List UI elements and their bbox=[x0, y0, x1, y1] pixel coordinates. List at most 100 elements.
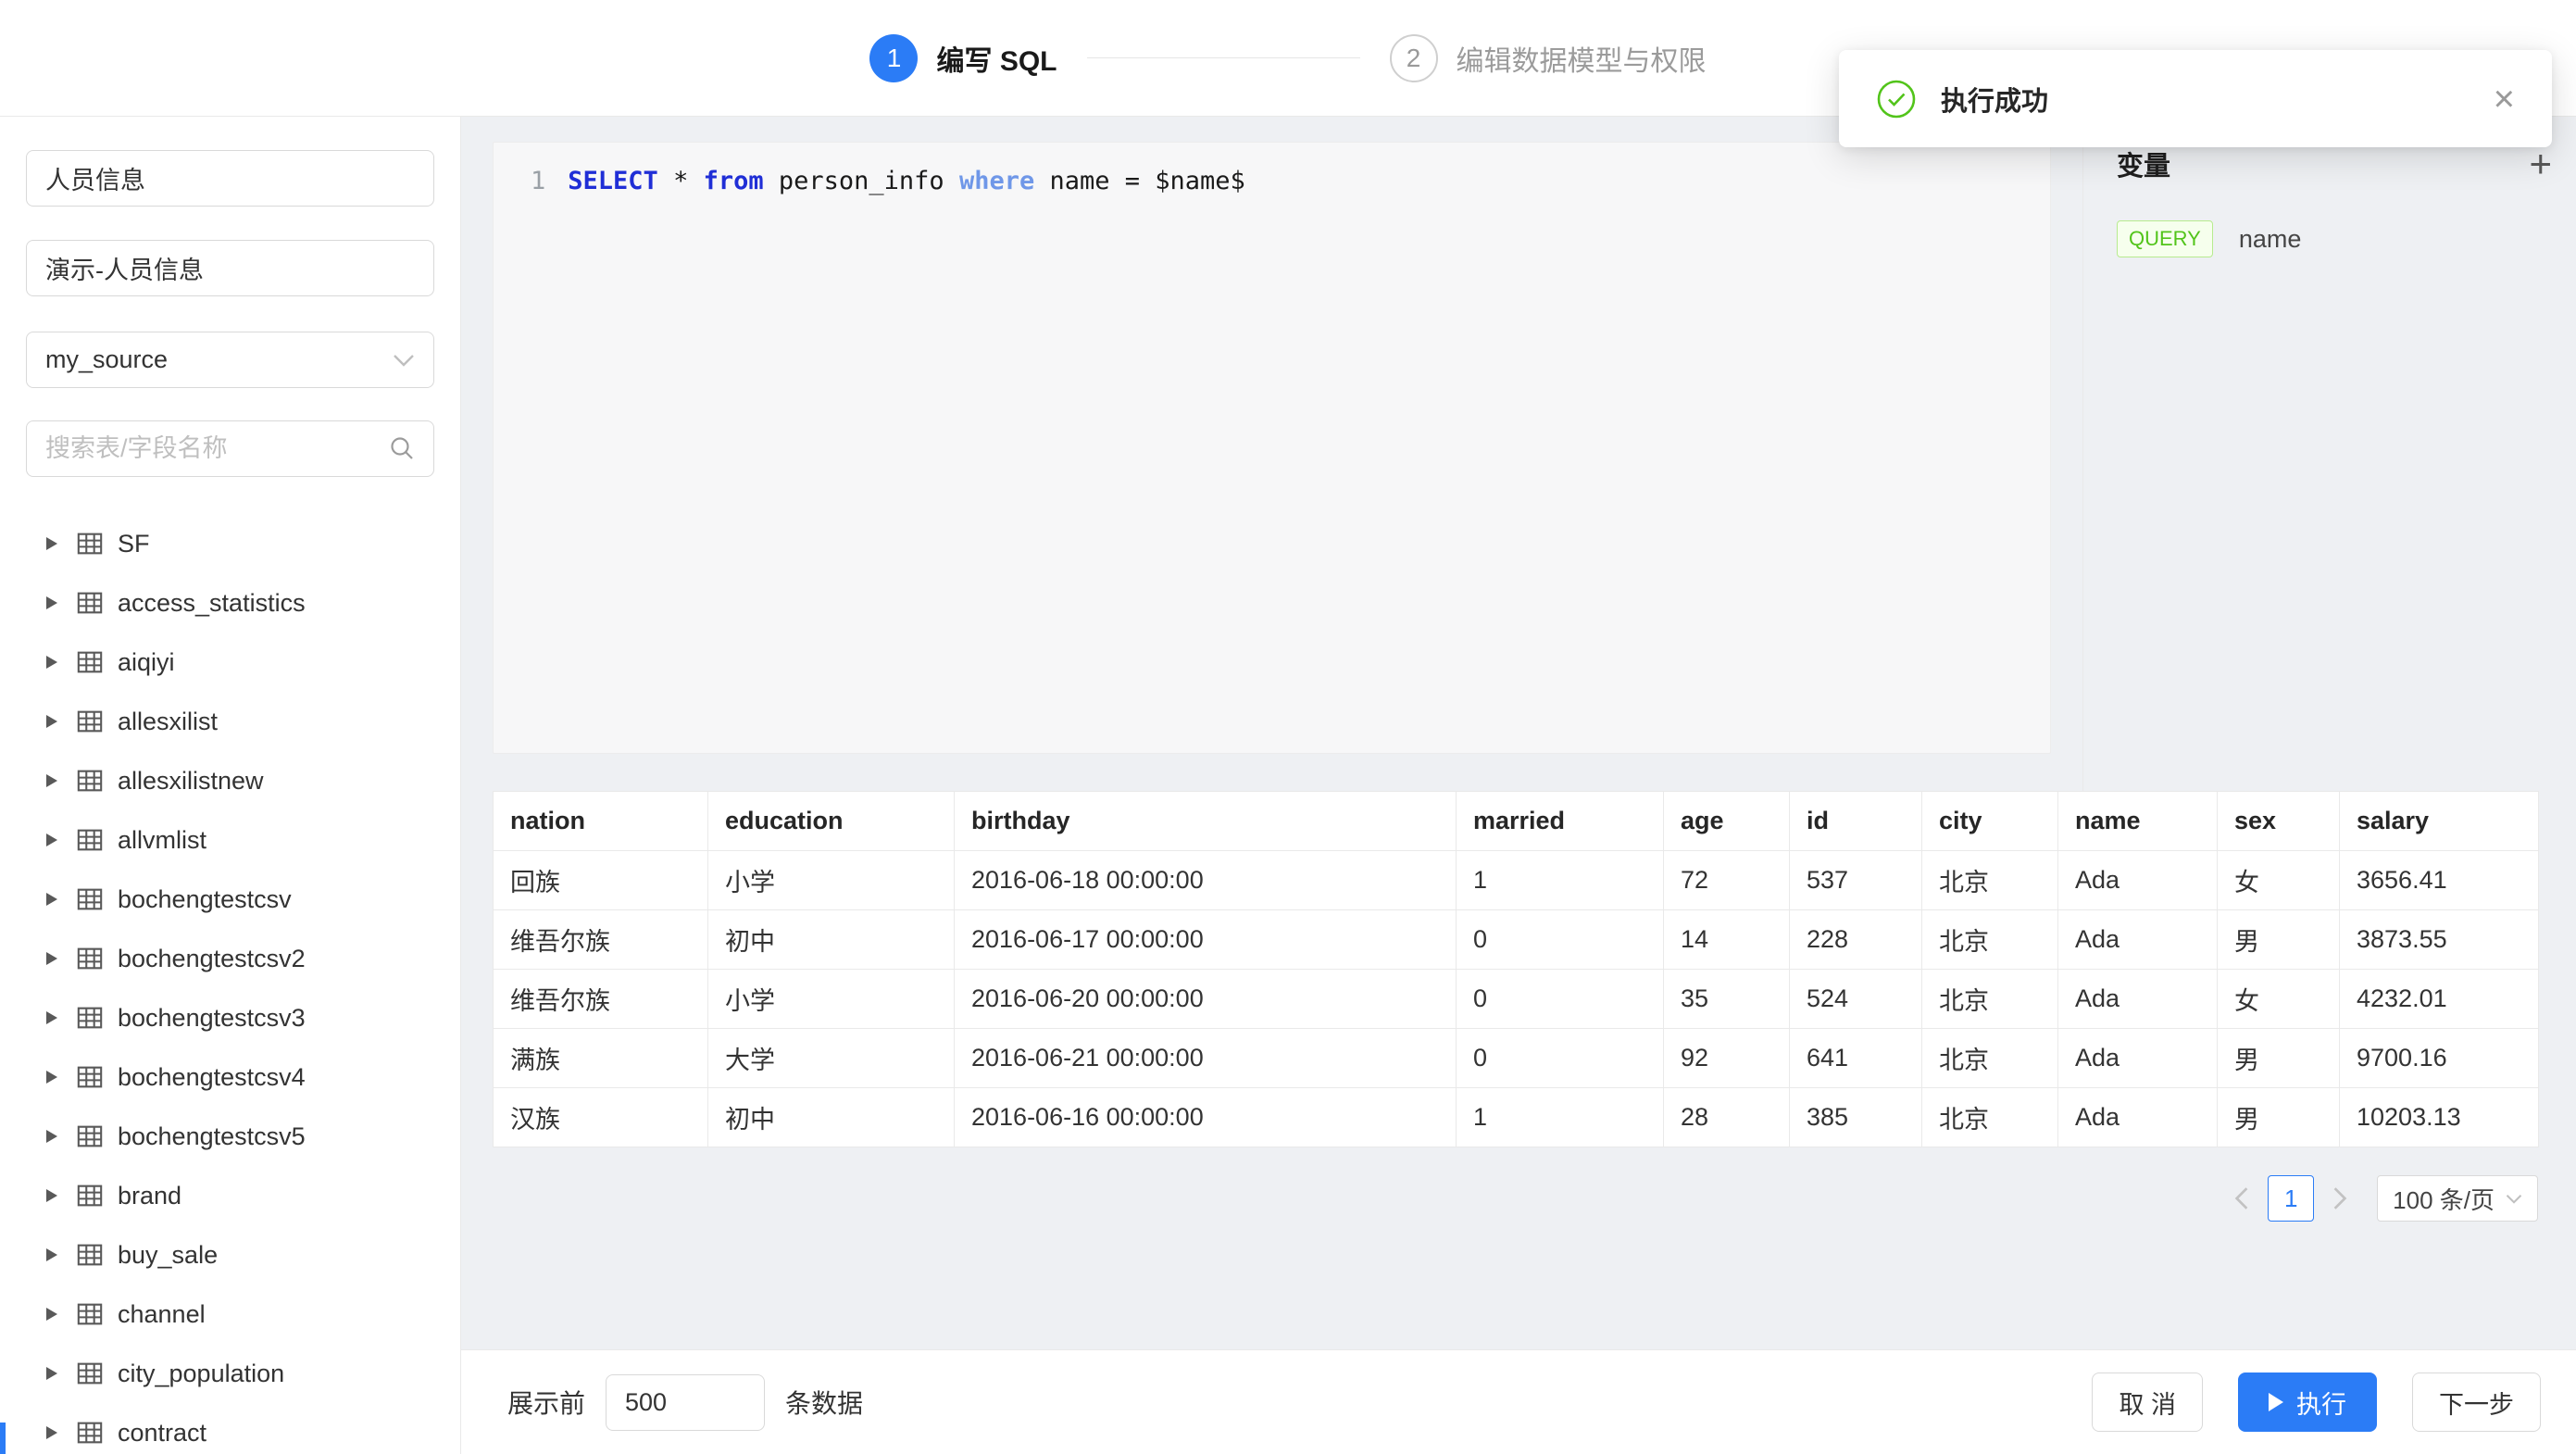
caret-right-icon[interactable] bbox=[46, 537, 57, 550]
sql-editor[interactable]: 1 SELECT * from person_info where name =… bbox=[493, 142, 2051, 754]
cancel-button[interactable]: 取 消 bbox=[2092, 1373, 2203, 1432]
caret-right-icon[interactable] bbox=[46, 596, 57, 609]
table-icon bbox=[76, 708, 104, 735]
tree-item[interactable]: allesxilist bbox=[0, 692, 460, 751]
caret-right-icon[interactable] bbox=[46, 834, 57, 846]
tree-item[interactable]: contract bbox=[0, 1403, 460, 1454]
sql-code: SELECT * from person_info where name = $… bbox=[568, 167, 1245, 195]
tree-item[interactable]: bochengtestcsv2 bbox=[0, 929, 460, 988]
caret-right-icon[interactable] bbox=[46, 1367, 57, 1380]
table-cell: 524 bbox=[1790, 970, 1922, 1029]
caret-right-icon[interactable] bbox=[46, 1248, 57, 1261]
table-cell: 72 bbox=[1664, 851, 1790, 910]
caret-right-icon[interactable] bbox=[46, 715, 57, 728]
table-cell: 641 bbox=[1790, 1029, 1922, 1088]
table-icon bbox=[76, 1419, 104, 1447]
step-edit-model[interactable]: 2 编辑数据模型与权限 bbox=[1390, 34, 1707, 82]
page-number-button[interactable]: 1 bbox=[2268, 1175, 2314, 1222]
table-cell: 女 bbox=[2218, 851, 2340, 910]
row-limit-input[interactable] bbox=[606, 1374, 765, 1431]
step-write-sql[interactable]: 1 编写 SQL bbox=[869, 34, 1057, 82]
table-cell: 92 bbox=[1664, 1029, 1790, 1088]
variables-panel-header: 变量 + bbox=[2117, 144, 2552, 183]
tree-item[interactable]: bochengtestcsv5 bbox=[0, 1107, 460, 1166]
header-row: nationeducationbirthdaymarriedageidcityn… bbox=[494, 792, 2539, 851]
close-icon[interactable]: × bbox=[2494, 81, 2515, 118]
prev-page-button[interactable] bbox=[2225, 1175, 2258, 1222]
tree-item[interactable]: bochengtestcsv3 bbox=[0, 988, 460, 1047]
caret-right-icon[interactable] bbox=[46, 893, 57, 906]
tree-item[interactable]: brand bbox=[0, 1166, 460, 1225]
table-cell: 385 bbox=[1790, 1088, 1922, 1147]
page-size-select[interactable]: 100 条/页 bbox=[2377, 1175, 2538, 1222]
caret-right-icon[interactable] bbox=[46, 1308, 57, 1321]
dataset-name-input[interactable] bbox=[26, 150, 434, 207]
table-cell: 3873.55 bbox=[2340, 910, 2539, 970]
table-cell: 小学 bbox=[708, 851, 955, 910]
tree-item-label: contract bbox=[118, 1419, 206, 1448]
next-step-button[interactable]: 下一步 bbox=[2412, 1373, 2541, 1432]
caret-right-icon[interactable] bbox=[46, 774, 57, 787]
tree-item-label: bochengtestcsv bbox=[118, 885, 292, 914]
table-cell: 14 bbox=[1664, 910, 1790, 970]
table-cell: 女 bbox=[2218, 970, 2340, 1029]
caret-right-icon[interactable] bbox=[46, 656, 57, 669]
table-cell: 35 bbox=[1664, 970, 1790, 1029]
tree-item[interactable]: city_population bbox=[0, 1344, 460, 1403]
sidebar: my_source SFaccess_statisticsaiqiyialles… bbox=[0, 117, 461, 1454]
column-header: salary bbox=[2340, 792, 2539, 851]
limit-suffix-label: 条数据 bbox=[785, 1384, 863, 1421]
tree-item[interactable]: access_statistics bbox=[0, 573, 460, 633]
caret-right-icon[interactable] bbox=[46, 952, 57, 965]
stepper: 1 编写 SQL 2 编辑数据模型与权限 bbox=[869, 34, 1706, 82]
caret-right-icon[interactable] bbox=[46, 1426, 57, 1439]
table-cell: Ada bbox=[2058, 1029, 2218, 1088]
sidebar-scrollbar-thumb[interactable] bbox=[0, 1423, 6, 1454]
tree-item[interactable]: allesxilistnew bbox=[0, 751, 460, 810]
tree-item[interactable]: channel bbox=[0, 1285, 460, 1344]
editor-and-variables-row: 1 SELECT * from person_info where name =… bbox=[461, 117, 2576, 791]
sql-token: person_info bbox=[764, 167, 959, 195]
dataset-display-name-input[interactable] bbox=[26, 240, 434, 296]
table-icon bbox=[76, 1004, 104, 1032]
add-variable-button[interactable]: + bbox=[2529, 144, 2552, 183]
table-cell: 维吾尔族 bbox=[494, 910, 708, 970]
tree-item-label: bochengtestcsv4 bbox=[118, 1063, 306, 1092]
table-search-input[interactable] bbox=[26, 420, 434, 477]
table-cell: 北京 bbox=[1922, 970, 2058, 1029]
tree-item[interactable]: buy_sale bbox=[0, 1225, 460, 1285]
tree-item[interactable]: aiqiyi bbox=[0, 633, 460, 692]
limit-prefix-label: 展示前 bbox=[507, 1384, 585, 1421]
step-connector-line bbox=[1087, 57, 1360, 58]
tree-item-label: bochengtestcsv3 bbox=[118, 1004, 306, 1033]
table-icon bbox=[76, 1122, 104, 1150]
tree-item-label: city_population bbox=[118, 1360, 284, 1388]
tree-item-label: access_statistics bbox=[118, 589, 306, 618]
table-cell: 北京 bbox=[1922, 851, 2058, 910]
datasource-select[interactable]: my_source bbox=[26, 332, 434, 388]
table-cell: Ada bbox=[2058, 910, 2218, 970]
tree-item[interactable]: bochengtestcsv bbox=[0, 870, 460, 929]
tree-item[interactable]: allvmlist bbox=[0, 810, 460, 870]
caret-right-icon[interactable] bbox=[46, 1189, 57, 1202]
caret-right-icon[interactable] bbox=[46, 1130, 57, 1143]
play-icon bbox=[2269, 1393, 2283, 1411]
table-cell: 男 bbox=[2218, 1088, 2340, 1147]
column-header: age bbox=[1664, 792, 1790, 851]
caret-right-icon[interactable] bbox=[46, 1011, 57, 1024]
step-2-number: 2 bbox=[1390, 34, 1438, 82]
next-page-button[interactable] bbox=[2323, 1175, 2357, 1222]
run-button[interactable]: 执行 bbox=[2238, 1373, 2377, 1432]
footer-bar: 展示前 条数据 取 消 执行 下一步 bbox=[461, 1349, 2576, 1454]
table-cell: 北京 bbox=[1922, 910, 2058, 970]
tree-item[interactable]: SF bbox=[0, 514, 460, 573]
footer-buttons: 取 消 执行 下一步 bbox=[2092, 1373, 2541, 1432]
caret-right-icon[interactable] bbox=[46, 1071, 57, 1084]
table-cell: 初中 bbox=[708, 910, 955, 970]
tree-item[interactable]: bochengtestcsv4 bbox=[0, 1047, 460, 1107]
table-cell: 维吾尔族 bbox=[494, 970, 708, 1029]
table-row: 汉族初中2016-06-16 00:00:00128385北京Ada男10203… bbox=[494, 1088, 2539, 1147]
tree-item-label: allvmlist bbox=[118, 826, 206, 855]
check-circle-icon bbox=[1876, 79, 1917, 119]
table-cell: 满族 bbox=[494, 1029, 708, 1088]
